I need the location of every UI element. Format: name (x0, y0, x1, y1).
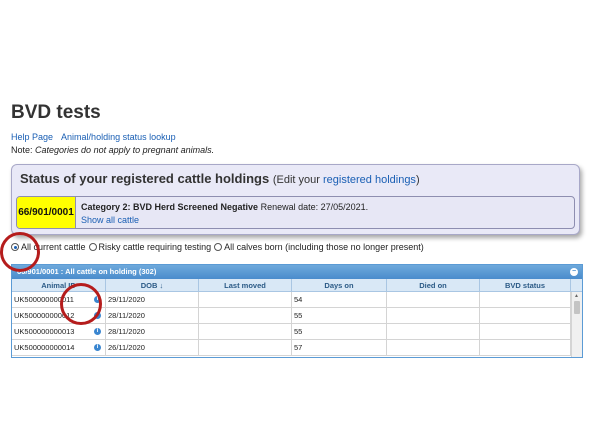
renewal-date: Renewal date: 27/05/2021. (260, 202, 369, 212)
grid-title-text: 66/901/0001 : All cattle on holding (302… (17, 267, 157, 276)
cell-bvd-status (480, 292, 571, 307)
help-links: Help Page Animal/holding status lookup (11, 132, 182, 142)
status-heading-text: Status of your registered cattle holding… (20, 171, 270, 186)
cell-days-on: 57 (292, 340, 387, 355)
col-days-on[interactable]: Days on (292, 279, 387, 291)
status-lookup-link[interactable]: Animal/holding status lookup (61, 132, 176, 142)
col-dob[interactable]: DOB ↓ (106, 279, 199, 291)
cell-last-moved (199, 292, 292, 307)
scroll-thumb[interactable] (574, 301, 580, 314)
show-all-cattle-link[interactable]: Show all cattle (81, 215, 139, 225)
annotation-circle-info (60, 283, 102, 325)
cell-last-moved (199, 308, 292, 323)
cell-died-on (387, 340, 480, 355)
col-bvd-status[interactable]: BVD status (480, 279, 571, 291)
cell-last-moved (199, 340, 292, 355)
page-title: BVD tests (11, 102, 101, 123)
animal-id-text: UK500000000014 (14, 343, 75, 352)
cell-days-on: 55 (292, 308, 387, 323)
scroll-up-icon[interactable]: ▲ (574, 293, 579, 299)
cell-dob: 29/11/2020 (106, 292, 199, 307)
annotation-circle-radio (0, 232, 40, 272)
cell-bvd-status (480, 340, 571, 355)
cell-animal-id: UK500000000013 i (12, 324, 106, 339)
cell-days-on: 54 (292, 292, 387, 307)
col-last-moved[interactable]: Last moved (199, 279, 292, 291)
cell-died-on (387, 324, 480, 339)
filter-all-calves[interactable]: All calves born (including those no long… (214, 242, 424, 252)
edit-prefix: (Edit your (272, 174, 323, 186)
col-died-on[interactable]: Died on (387, 279, 480, 291)
radio-risky[interactable] (88, 243, 97, 251)
sort-down-icon: ↓ (159, 280, 164, 290)
category-label: Category 2: BVD Herd Screened Negative (81, 202, 259, 212)
filter-risky[interactable]: Risky cattle requiring testing (88, 242, 212, 252)
cell-animal-id: UK500000000014 i (12, 340, 106, 355)
minus-icon[interactable]: − (570, 268, 578, 276)
edit-suffix: ) (415, 174, 420, 186)
table-row[interactable]: UK500000000013 i 28/11/2020 55 (12, 324, 582, 340)
cattle-filter: All current cattle Risky cattle requirin… (11, 242, 427, 252)
status-heading: Status of your registered cattle holding… (20, 171, 420, 186)
filter-label-risky: Risky cattle requiring testing (98, 242, 212, 252)
cell-days-on: 55 (292, 324, 387, 339)
cell-dob: 28/11/2020 (106, 324, 199, 339)
animal-id-text: UK500000000013 (14, 327, 75, 336)
cell-bvd-status (480, 324, 571, 339)
grid-title: 66/901/0001 : All cattle on holding (302… (12, 265, 582, 279)
help-page-link[interactable]: Help Page (11, 132, 53, 142)
filter-label-all-calves: All calves born (including those no long… (224, 242, 424, 252)
col-dob-label: DOB (140, 280, 158, 290)
note-prefix: Note: (11, 145, 33, 155)
cell-last-moved (199, 324, 292, 339)
registered-holdings-link[interactable]: registered holdings (323, 174, 416, 186)
info-icon[interactable]: i (94, 328, 101, 335)
note-text: Categories do not apply to pregnant anim… (35, 145, 215, 155)
cell-dob: 26/11/2020 (106, 340, 199, 355)
radio-all-calves[interactable] (214, 243, 223, 251)
holding-box: 66/901/0001 Category 2: BVD Herd Screene… (16, 196, 575, 229)
note: Note: Categories do not apply to pregnan… (11, 145, 214, 155)
cell-died-on (387, 292, 480, 307)
edit-registered-holdings: (Edit your registered holdings) (273, 174, 420, 186)
cell-died-on (387, 308, 480, 323)
info-icon[interactable]: i (94, 344, 101, 351)
grid-scrollbar[interactable]: ▲ (571, 292, 582, 357)
holding-id: 66/901/0001 (17, 197, 76, 228)
holding-category: Category 2: BVD Herd Screened Negative R… (81, 202, 368, 212)
header-scroll-spacer (571, 279, 582, 291)
table-row[interactable]: UK500000000014 i 26/11/2020 57 (12, 340, 582, 356)
cell-bvd-status (480, 308, 571, 323)
status-panel: Status of your registered cattle holding… (11, 164, 580, 235)
cell-dob: 28/11/2020 (106, 308, 199, 323)
